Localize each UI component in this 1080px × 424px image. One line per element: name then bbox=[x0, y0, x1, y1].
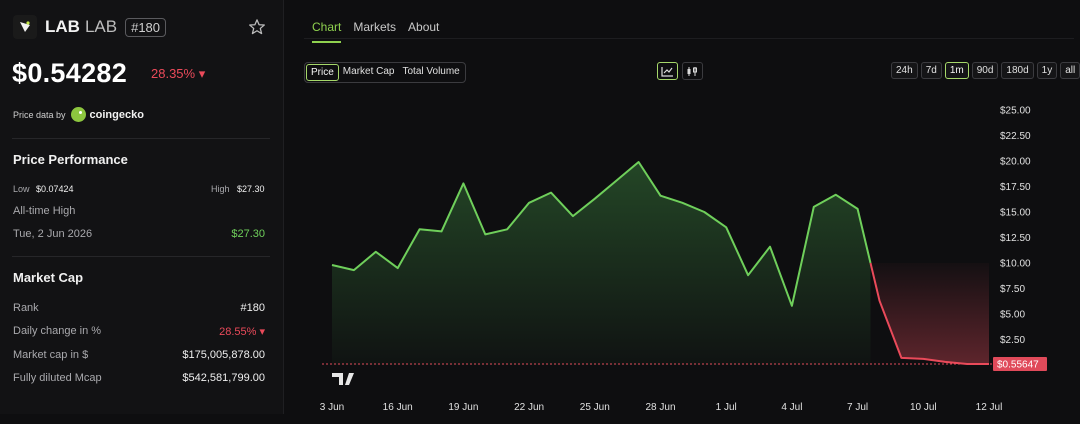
x-tick-label: 7 Jul bbox=[847, 402, 868, 413]
y-tick-label: $25.00 bbox=[1000, 106, 1031, 117]
x-tick-label: 1 Jul bbox=[716, 402, 737, 413]
y-tick-label: $7.50 bbox=[1000, 284, 1025, 295]
current-price: $0.54282 bbox=[12, 58, 128, 88]
price-area-down bbox=[870, 263, 989, 364]
ath-value: $27.30 bbox=[231, 228, 265, 240]
coingecko-link[interactable]: coingecko bbox=[90, 109, 144, 121]
market-cap-value: $175,005,878.00 bbox=[182, 349, 265, 361]
current-price-tag-label: $0.55647 bbox=[997, 359, 1039, 370]
ath-label: All-time High bbox=[13, 205, 76, 217]
x-tick-label: 16 Jun bbox=[383, 402, 413, 413]
divider bbox=[12, 256, 270, 257]
market-cap-label: Market cap in $ bbox=[13, 349, 89, 361]
price-data-label: Price data by bbox=[13, 109, 66, 120]
range-1y-button[interactable]: 1y bbox=[1036, 62, 1058, 79]
x-tick-label: 28 Jun bbox=[645, 402, 675, 413]
x-tick-label: 25 Jun bbox=[580, 402, 610, 413]
metric-total-volume-button[interactable]: Total Volume bbox=[398, 64, 463, 81]
rank-value: #180 bbox=[240, 302, 265, 314]
tabs-divider bbox=[304, 38, 1074, 39]
current-price-tag: $0.55647 bbox=[993, 356, 1047, 371]
x-tick-label: 22 Jun bbox=[514, 402, 544, 413]
y-tick-label: $12.50 bbox=[1000, 233, 1031, 244]
daily-change-label: Daily change in % bbox=[13, 325, 102, 337]
range-24h-button[interactable]: 24h bbox=[891, 62, 918, 79]
high-value: $27.30 bbox=[237, 184, 265, 194]
range-1m-button[interactable]: 1m bbox=[944, 62, 969, 79]
fdv-value: $542,581,799.00 bbox=[182, 372, 265, 384]
token-name: LAB bbox=[45, 17, 80, 36]
token-sidebar: LAB LAB #180 $0.54282 28.35% ▾ Price dat… bbox=[0, 0, 284, 414]
tradingview-logo-icon bbox=[332, 373, 354, 385]
fdv-label: Fully diluted Mcap bbox=[13, 372, 102, 384]
range-7d-button[interactable]: 7d bbox=[920, 62, 942, 79]
price-performance-title: Price Performance bbox=[13, 152, 128, 167]
tab-about[interactable]: About bbox=[408, 20, 439, 43]
range-90d-button[interactable]: 90d bbox=[971, 62, 999, 79]
y-tick-label: $17.50 bbox=[1000, 182, 1031, 193]
rank-badge: #180 bbox=[125, 17, 167, 37]
x-tick-label: 3 Jun bbox=[320, 402, 344, 413]
x-tick-label: 19 Jun bbox=[448, 402, 478, 413]
x-tick-label: 10 Jul bbox=[910, 402, 937, 413]
range-all-button[interactable]: all bbox=[1060, 62, 1080, 79]
y-tick-label: $10.00 bbox=[1000, 259, 1031, 270]
token-logo-icon bbox=[13, 15, 37, 39]
chart-view-selector bbox=[657, 62, 703, 80]
price-change-badge: 28.35% ▾ bbox=[151, 66, 206, 81]
y-tick-label: $5.00 bbox=[1000, 310, 1025, 321]
main-tabs: Chart Markets About bbox=[312, 20, 439, 43]
token-symbol: LAB bbox=[84, 17, 118, 36]
daily-change-value: 28.55% ▾ bbox=[219, 326, 265, 338]
star-icon[interactable] bbox=[248, 18, 266, 36]
market-cap-title: Market Cap bbox=[13, 270, 84, 285]
rank-label: Rank bbox=[13, 302, 39, 314]
y-tick-label: $22.50 bbox=[1000, 131, 1031, 142]
token-header: LAB LAB #180 bbox=[13, 15, 167, 39]
y-tick-label: $2.50 bbox=[1000, 335, 1025, 346]
y-tick-label: $20.00 bbox=[1000, 157, 1031, 168]
tab-chart[interactable]: Chart bbox=[312, 20, 342, 43]
y-tick-label: $15.00 bbox=[1000, 208, 1031, 219]
metric-price-button[interactable]: Price bbox=[306, 64, 339, 81]
line-chart-icon[interactable] bbox=[657, 62, 678, 80]
metric-selector: Price Market Cap Total Volume bbox=[304, 62, 466, 83]
candlestick-icon[interactable] bbox=[682, 62, 703, 80]
range-180d-button[interactable]: 180d bbox=[1001, 62, 1034, 79]
tab-markets[interactable]: Markets bbox=[353, 20, 396, 43]
price-chart[interactable]: $25.00 $22.50 $20.00 $17.50 $15.00 $12.50 $10.… bbox=[304, 95, 1080, 424]
low-label: Low bbox=[13, 184, 30, 194]
x-tick-label: 12 Jul bbox=[976, 402, 1003, 413]
time-range-selector: 24h 7d 1m 90d 180d 1y all bbox=[891, 62, 1080, 79]
x-tick-label: 4 Jul bbox=[781, 402, 802, 413]
ath-date: Tue, 2 Jun 2026 bbox=[13, 228, 93, 240]
high-label: High bbox=[211, 184, 230, 194]
coingecko-icon bbox=[70, 107, 86, 122]
metric-market-cap-button[interactable]: Market Cap bbox=[339, 64, 399, 81]
low-value: $0.07424 bbox=[36, 184, 74, 194]
divider bbox=[12, 138, 270, 139]
price-data-attribution[interactable]: Price data by coingecko bbox=[13, 107, 144, 122]
